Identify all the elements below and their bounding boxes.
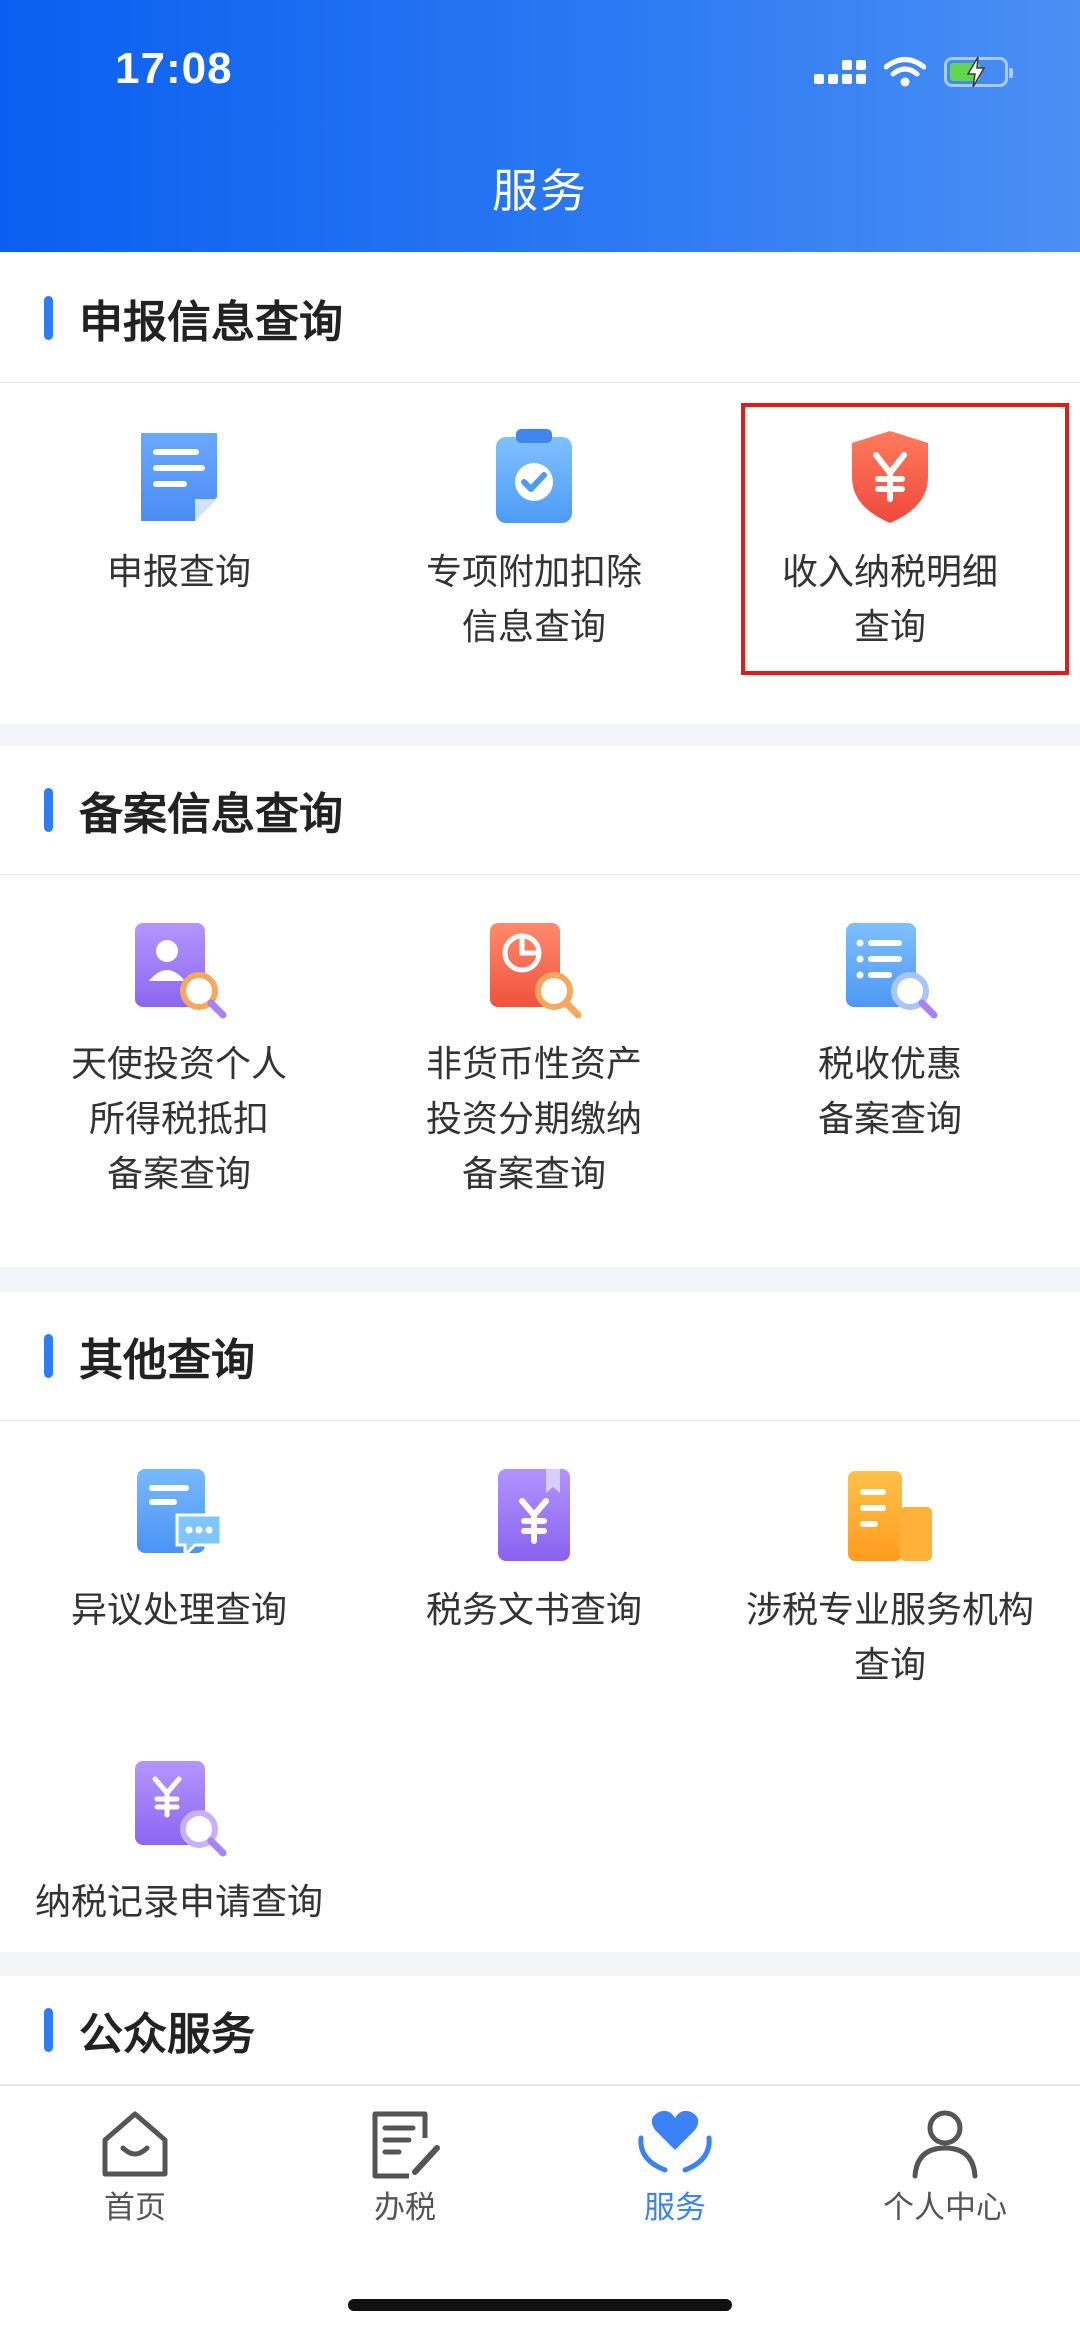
- section-accent-bar: [44, 1334, 53, 1378]
- home-icon: [102, 2111, 168, 2177]
- tab-label: 服务: [644, 2190, 706, 2226]
- wifi-icon: [884, 57, 926, 87]
- status-icons: [814, 52, 1013, 92]
- service-item-objection-query[interactable]: 异议处理查询: [1, 1465, 357, 1638]
- service-item-label: 税收优惠 备案查询: [817, 1044, 962, 1140]
- section-accent-bar: [44, 296, 53, 340]
- section-accent-bar: [44, 2008, 53, 2052]
- tab-label: 首页: [104, 2190, 166, 2226]
- home-indicator[interactable]: [348, 2299, 732, 2311]
- heart-hands-icon: [638, 2110, 712, 2173]
- service-item-tax-agency-query[interactable]: 涉税专业服务机构 查询: [712, 1465, 1068, 1693]
- section-other-query: 其他查询 异议处理查询 税务文书查询 涉税专业服务机构 查询 纳税记录申请查询: [0, 1292, 1080, 1952]
- section-header: 备案信息查询: [0, 746, 1080, 875]
- person-icon: [912, 2110, 978, 2179]
- battery-icon: [944, 56, 1013, 88]
- service-item-declaration-query[interactable]: 申报查询: [1, 427, 357, 600]
- status-time: 17:08: [115, 44, 233, 93]
- service-item-label: 纳税记录申请查询: [34, 1882, 323, 1923]
- service-item-tax-document-query[interactable]: 税务文书查询: [356, 1465, 712, 1638]
- header: 17:08 服务: [0, 0, 1080, 252]
- service-item-label: 异议处理查询: [70, 1590, 287, 1631]
- section-header: 申报信息查询: [0, 254, 1080, 383]
- service-item-label: 涉税专业服务机构 查询: [745, 1590, 1034, 1686]
- service-item-label: 税务文书查询: [425, 1590, 642, 1631]
- service-item-label: 天使投资个人 所得税抵扣 备案查询: [70, 1044, 287, 1195]
- tab-label: 办税: [374, 2190, 436, 2226]
- service-item-special-deduction-query[interactable]: 专项附加扣除 信息查询: [356, 427, 712, 655]
- user-search-icon: [135, 923, 227, 1019]
- section-filing-query: 备案信息查询 天使投资个人 所得税抵扣 备案查询 非货币性资产 投资分期缴纳 备…: [0, 746, 1080, 1267]
- tab-label: 个人中心: [883, 2190, 1007, 2226]
- yen-search-icon: [135, 1761, 227, 1857]
- building-icon: [848, 1471, 932, 1561]
- section-title: 其他查询: [79, 1335, 255, 1386]
- pie-search-icon: [490, 923, 582, 1019]
- section-accent-bar: [44, 788, 53, 832]
- tab-home[interactable]: 首页: [35, 2108, 235, 2227]
- section-header: 其他查询: [0, 1292, 1080, 1421]
- service-item-tax-preference-query[interactable]: 税收优惠 备案查询: [712, 919, 1068, 1147]
- service-item-tax-record-query[interactable]: 纳税记录申请查询: [1, 1757, 357, 1930]
- section-title: 申报信息查询: [79, 297, 343, 348]
- clipboard-check-icon: [496, 429, 572, 523]
- page-title: 服务: [492, 164, 588, 218]
- section-title: 公众服务: [79, 2009, 255, 2060]
- list-search-icon: [846, 923, 938, 1019]
- section-header: 公众服务: [0, 1976, 1080, 2085]
- tab-service[interactable]: 服务: [575, 2108, 775, 2227]
- signal-icon: [814, 60, 866, 84]
- section-title: 备案信息查询: [79, 789, 343, 840]
- service-item-angel-investment-query[interactable]: 天使投资个人 所得税抵扣 备案查询: [1, 919, 357, 1202]
- service-item-label: 非货币性资产 投资分期缴纳 备案查询: [425, 1044, 642, 1195]
- section-public-service: 公众服务: [0, 1976, 1080, 2086]
- service-item-label: 专项附加扣除 信息查询: [425, 552, 642, 648]
- chat-doc-icon: [137, 1469, 223, 1559]
- document-icon: [141, 433, 217, 521]
- tab-profile[interactable]: 个人中心: [845, 2108, 1045, 2227]
- yen-book-icon: [498, 1469, 570, 1561]
- service-item-label: 申报查询: [106, 552, 251, 593]
- edit-doc-icon: [372, 2111, 440, 2179]
- tab-tax[interactable]: 办税: [305, 2108, 505, 2227]
- service-item-non-monetary-asset-query[interactable]: 非货币性资产 投资分期缴纳 备案查询: [356, 919, 712, 1202]
- highlight-box: [741, 403, 1069, 675]
